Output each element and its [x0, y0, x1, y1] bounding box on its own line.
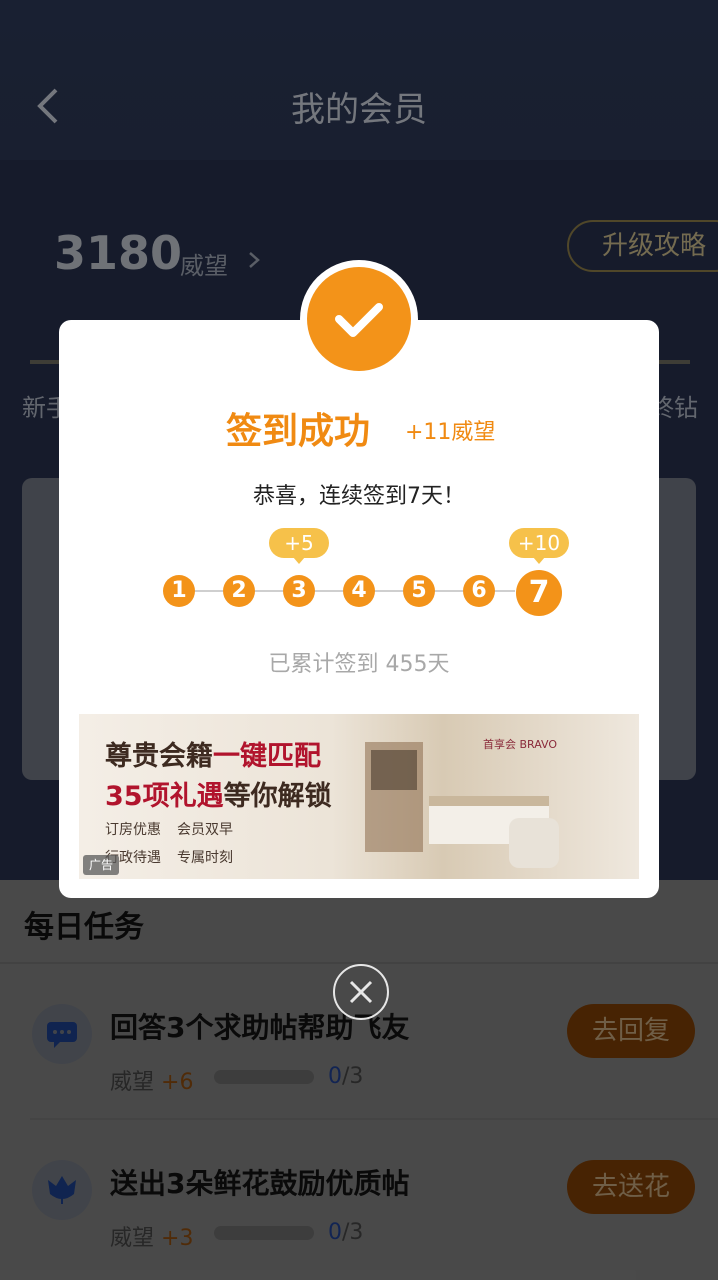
day-6: 6	[463, 575, 495, 607]
day-connector	[195, 590, 223, 592]
day-7: 7	[516, 570, 562, 616]
ad-headline-2: 35项礼遇等你解锁	[105, 774, 332, 813]
checkmark-icon	[307, 267, 411, 371]
day-4: 4	[343, 575, 375, 607]
bonus-points: +11威望	[405, 420, 496, 445]
day7-bonus-bubble: +10	[509, 528, 569, 564]
room-illustration	[365, 742, 559, 868]
day-3: 3	[283, 575, 315, 607]
total-signin-days: 已累计签到 455天	[268, 652, 450, 677]
ad-tags: 订房优惠 会员双早 行政待遇 专属时刻	[105, 816, 265, 872]
ad-headline-2b: 等你解锁	[223, 781, 332, 812]
ad-tag: 会员双早	[177, 822, 233, 838]
congrats-text: 恭喜，连续签到7天！	[253, 484, 465, 509]
ad-banner[interactable]: 尊贵会籍一键匹配 35项礼遇等你解锁 订房优惠 会员双早 行政待遇 专属时刻 首享会…	[79, 714, 639, 879]
ad-brand-logo: 首享会 BRAVO	[483, 738, 558, 751]
day-connector	[255, 590, 283, 592]
ad-headline-1a: 尊贵会籍	[105, 741, 213, 772]
ad-tag: 专属时刻	[177, 850, 233, 866]
ad-headline-1b: 一键匹配	[213, 741, 321, 772]
day-2: 2	[223, 575, 255, 607]
close-icon[interactable]	[333, 964, 389, 1020]
success-title: 签到成功	[226, 411, 371, 452]
day-connector	[375, 590, 403, 592]
ad-headline-2a: 35项礼遇	[105, 781, 224, 812]
ad-headline-1: 尊贵会籍一键匹配	[105, 734, 321, 773]
day-connector	[435, 590, 463, 592]
day-1: 1	[163, 575, 195, 607]
signin-day-track: 1 2 3 4 5 6 7	[163, 570, 563, 616]
day-connector	[315, 590, 343, 592]
day3-bonus-bubble: +5	[269, 528, 329, 564]
day-5: 5	[403, 575, 435, 607]
ad-badge: 广告	[83, 855, 120, 875]
day-connector	[495, 590, 515, 592]
ad-tag: 订房优惠	[105, 822, 161, 838]
